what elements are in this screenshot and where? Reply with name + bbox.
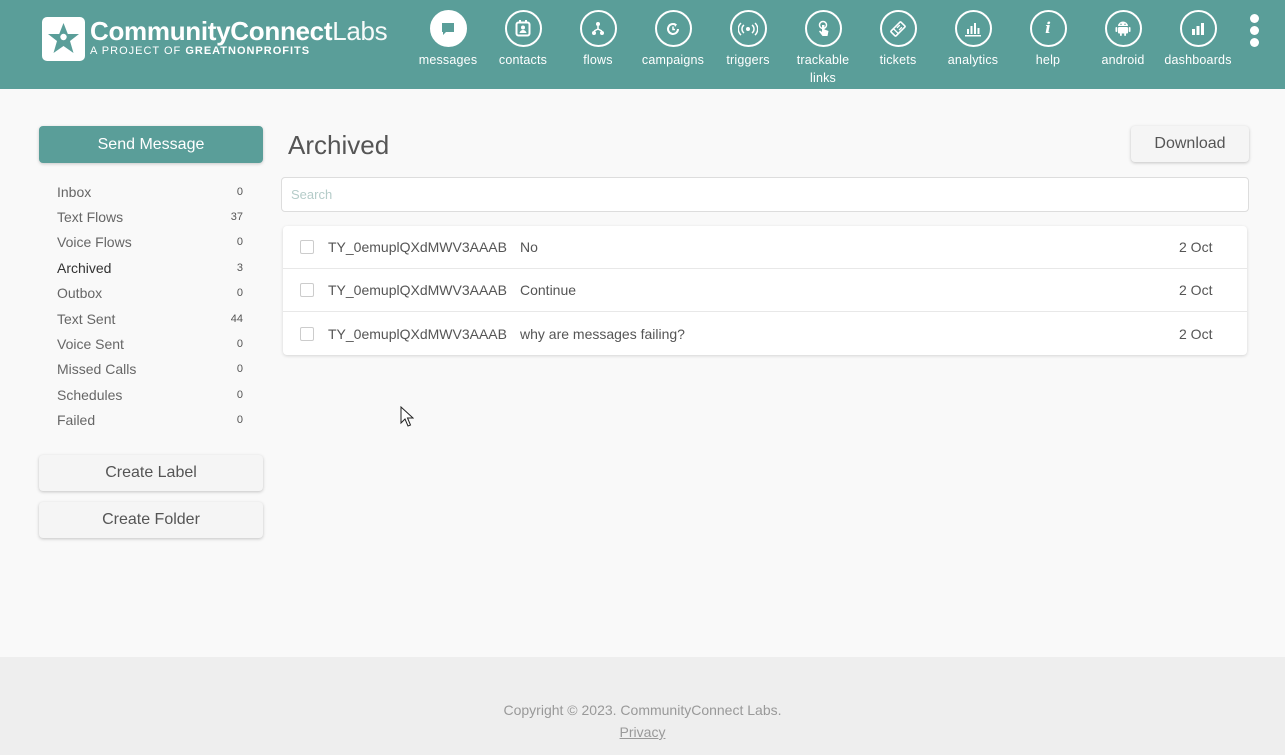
folder-voice-flows[interactable]: Voice Flows 0 [57, 230, 243, 255]
folder-label: Inbox [57, 183, 92, 200]
message-contact: TY_0emuplQXdMWV3AAAB [328, 282, 507, 298]
folder-count: 44 [230, 312, 243, 325]
message-contact: TY_0emuplQXdMWV3AAAB [328, 325, 507, 342]
nav-dashboards[interactable]: dashboards [1160, 10, 1236, 69]
row-checkbox[interactable] [300, 326, 314, 341]
star-people-icon [42, 17, 85, 61]
download-button[interactable]: Download [1131, 126, 1249, 162]
folder-inbox[interactable]: Inbox 0 [57, 179, 243, 204]
nav-dashboards-label: dashboards [1164, 53, 1232, 67]
nav-campaigns-label: campaigns [641, 53, 705, 67]
message-date: 2 Oct [1179, 325, 1213, 342]
folder-failed[interactable]: Failed 0 [57, 408, 243, 433]
folder-label: Schedules [57, 386, 123, 403]
folder-label: Missed Calls [57, 361, 137, 378]
create-folder-button[interactable]: Create Folder [39, 502, 263, 538]
refresh-clock-icon [654, 10, 692, 47]
ticket-icon [879, 10, 917, 47]
folder-label: Voice Sent [57, 336, 124, 353]
nav-android[interactable]: android [1085, 10, 1161, 69]
search-input[interactable] [281, 177, 1249, 212]
brand-logo[interactable]: CommunityConnectLabs A PROJECT OF GREATN… [42, 16, 388, 61]
folder-label: Voice Flows [57, 234, 132, 251]
nav-flows[interactable]: flows [560, 10, 636, 69]
folder-count: 0 [236, 338, 243, 351]
message-row[interactable]: TY_0emuplQXdMWV3AAAB No 2 Oct [283, 226, 1247, 269]
brand-name-light: Labs [332, 16, 388, 46]
nav-trackable-links[interactable]: trackable links [785, 10, 861, 87]
nav-help-label: help [1035, 53, 1061, 67]
nav-contacts[interactable]: contacts [485, 10, 561, 69]
touch-icon [804, 10, 842, 47]
message-date: 2 Oct [1179, 239, 1213, 255]
folder-label: Outbox [57, 285, 103, 302]
message-date: 2 Oct [1179, 282, 1213, 298]
send-message-button[interactable]: Send Message [39, 126, 263, 163]
top-header: CommunityConnectLabs A PROJECT OF GREATN… [0, 0, 1285, 89]
dashboard-chart-icon [1179, 10, 1217, 47]
nav-campaigns[interactable]: campaigns [635, 10, 711, 69]
folder-count: 0 [236, 363, 243, 376]
nav-tickets-label: tickets [879, 53, 917, 67]
nav-triggers[interactable]: triggers [710, 10, 786, 69]
nav-trackable-links-label: trackable links [796, 53, 850, 85]
message-row[interactable]: TY_0emuplQXdMWV3AAAB Continue 2 Oct [283, 269, 1247, 312]
folder-count: 0 [236, 185, 243, 198]
chat-bubble-icon [429, 10, 467, 47]
message-text: No [520, 239, 538, 255]
folder-missed-calls[interactable]: Missed Calls 0 [57, 357, 243, 382]
nav-analytics-label: analytics [947, 53, 999, 67]
nav-tickets[interactable]: tickets [860, 10, 936, 69]
folder-list: Inbox 0 Text Flows 37 Voice Flows 0 Archive… [57, 179, 243, 433]
folder-count: 0 [236, 236, 243, 249]
nav-flows-label: flows [583, 53, 613, 67]
folder-count: 3 [236, 261, 243, 274]
kebab-menu-icon[interactable] [1248, 14, 1260, 48]
nav-triggers-label: triggers [726, 53, 770, 67]
folder-text-flows[interactable]: Text Flows 37 [57, 204, 243, 229]
page-title: Archived [288, 130, 390, 160]
page-footer: Copyright © 2023. CommunityConnect Labs.… [0, 657, 1285, 755]
folder-label: Archived [57, 259, 112, 276]
contact-card-icon [504, 10, 542, 47]
bar-chart-icon [954, 10, 992, 47]
folder-voice-sent[interactable]: Voice Sent 0 [57, 331, 243, 356]
nav-contacts-label: contacts [498, 53, 548, 67]
brand-name-bold: CommunityConnect [90, 16, 333, 46]
folder-archived[interactable]: Archived 3 [57, 255, 243, 280]
folder-count: 0 [236, 388, 243, 401]
folder-count: 37 [230, 211, 243, 224]
nav-help[interactable]: i help [1010, 10, 1086, 69]
folder-outbox[interactable]: Outbox 0 [57, 281, 243, 306]
folder-text-sent[interactable]: Text Sent 44 [57, 306, 243, 331]
broadcast-icon [729, 10, 767, 47]
message-contact: TY_0emuplQXdMWV3AAAB [328, 239, 507, 255]
row-checkbox[interactable] [300, 283, 314, 297]
folder-label: Text Flows [57, 209, 124, 226]
message-text: Continue [520, 282, 577, 298]
folder-schedules[interactable]: Schedules 0 [57, 382, 243, 407]
create-label-button[interactable]: Create Label [39, 455, 263, 491]
row-checkbox[interactable] [300, 240, 314, 254]
folder-label: Failed [57, 412, 96, 429]
folder-count: 0 [236, 414, 243, 427]
mouse-cursor-icon [400, 406, 414, 427]
brand-tagline-org: GREATNONPROFITS [185, 45, 311, 57]
folder-label: Text Sent [57, 310, 116, 327]
flow-tree-icon [579, 10, 617, 47]
privacy-link[interactable]: Privacy [620, 724, 666, 740]
brand-tagline-prefix: A PROJECT OF [90, 45, 186, 57]
nav-messages[interactable]: messages [410, 10, 486, 69]
message-list: TY_0emuplQXdMWV3AAAB No 2 Oct TY_0emuplQ… [283, 226, 1247, 355]
android-icon [1104, 10, 1142, 47]
nav-messages-label: messages [418, 53, 478, 67]
nav-android-label: android [1101, 53, 1145, 67]
nav-analytics[interactable]: analytics [935, 10, 1011, 69]
folder-count: 0 [236, 287, 243, 300]
info-icon: i [1029, 10, 1067, 47]
message-row[interactable]: TY_0emuplQXdMWV3AAAB why are messages fa… [283, 312, 1247, 355]
message-text: why are messages failing? [520, 325, 685, 342]
copyright-text: Copyright © 2023. CommunityConnect Labs. [503, 702, 782, 718]
